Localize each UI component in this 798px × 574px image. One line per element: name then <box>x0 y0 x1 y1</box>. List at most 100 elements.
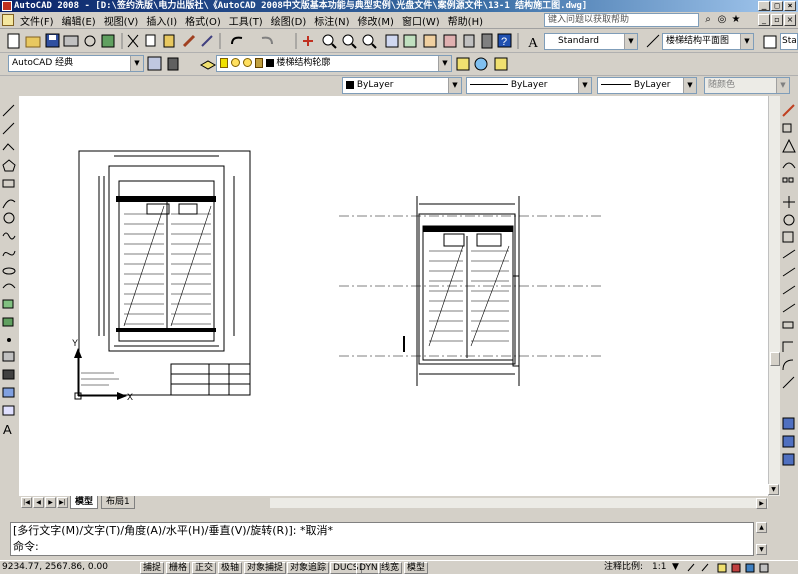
menu-view[interactable]: 视图(V) <box>100 13 143 28</box>
polar-button[interactable]: 极轴 <box>218 562 243 574</box>
scroll-right-icon[interactable]: ▶ <box>756 498 767 509</box>
workspace-select[interactable]: AutoCAD 经典 ▼ <box>8 55 144 72</box>
table-style-select[interactable]: Sta <box>780 33 798 50</box>
send-back-icon <box>782 453 795 466</box>
tab-last-icon[interactable]: ▶| <box>57 497 68 508</box>
zoom-previous-icon <box>362 34 377 49</box>
menu-window[interactable]: 窗口(W) <box>398 13 444 28</box>
menu-draw[interactable]: 绘图(D) <box>267 13 311 28</box>
extend-icon <box>782 285 796 295</box>
communication-icon[interactable]: ◎ <box>716 13 728 26</box>
menu-modify[interactable]: 修改(M) <box>354 13 398 28</box>
lineweight-select[interactable]: ByLayer ▼ <box>597 77 697 94</box>
close-icon[interactable]: × <box>784 1 796 11</box>
tab-next-icon[interactable]: ▶ <box>45 497 56 508</box>
layer-manager-icon[interactable] <box>198 55 218 75</box>
maximize-icon[interactable]: □ <box>771 1 783 11</box>
move-icon <box>783 196 795 208</box>
menu-insert[interactable]: 插入(I) <box>142 13 181 28</box>
drawing-sheet-left <box>78 150 251 396</box>
menu-help[interactable]: 帮助(H) <box>444 13 487 28</box>
search-icon[interactable]: ⌕ <box>702 13 714 26</box>
doc-restore-icon[interactable]: ▫ <box>771 14 783 26</box>
doc-close-icon[interactable]: × <box>784 14 796 26</box>
menu-tools[interactable]: 工具(T) <box>225 13 267 28</box>
vertical-scrollbar[interactable] <box>768 96 780 496</box>
snap-button[interactable]: 捕捉 <box>140 562 165 574</box>
menu-dimension[interactable]: 标注(N) <box>310 13 353 28</box>
dim-style-select[interactable]: 楼梯结构平面图 ▼ <box>662 33 754 50</box>
table-style-icon[interactable] <box>762 33 778 51</box>
dyn-button[interactable]: DYN <box>356 562 381 574</box>
color-select[interactable]: ByLayer ▼ <box>342 77 462 94</box>
layer-select[interactable]: 楼梯结构轮廓 ▼ <box>216 55 452 72</box>
autocad-app-icon[interactable] <box>2 1 12 11</box>
zoom-window-icon <box>342 34 357 49</box>
command-window[interactable]: [多行文字(M)/文字(T)/角度(A)/水平(H)/垂直(V)/旋转(R)]:… <box>10 522 754 556</box>
plot-preview-icon <box>84 35 96 47</box>
tab-first-icon[interactable]: |◀ <box>21 497 32 508</box>
trim-icon <box>782 267 796 277</box>
coordinates-readout[interactable]: 9234.77, 2567.86, 0.00 <box>2 561 108 574</box>
layer-tools-icons[interactable] <box>455 55 515 75</box>
plotstyle-select: 随颜色 ▼ <box>704 77 790 94</box>
markup-icon <box>463 34 475 48</box>
construction-line-icon <box>2 122 15 135</box>
lineweight-button[interactable]: 线宽 <box>378 562 403 574</box>
svg-text:A: A <box>528 36 539 51</box>
menu-edit[interactable]: 编辑(E) <box>58 13 100 28</box>
layers-toolbar: AutoCAD 经典 ▼ 楼梯结构轮廓 ▼ <box>0 53 798 76</box>
annotation-scale-value[interactable]: 1:1 <box>652 561 666 574</box>
otrack-button[interactable]: 对象追踪 <box>287 562 330 574</box>
multiline-text-icon: A <box>3 422 12 436</box>
doc-minimize-icon[interactable]: _ <box>758 14 770 26</box>
favorites-icon[interactable]: ★ <box>730 13 742 26</box>
tab-layout1[interactable]: 布局1 <box>101 496 135 509</box>
document-icon[interactable] <box>2 14 14 26</box>
help-icon: ? <box>497 33 512 48</box>
scroll-down-icon[interactable]: ▼ <box>768 484 779 495</box>
tab-prev-icon[interactable]: ◀ <box>33 497 44 508</box>
open-file-icon <box>25 36 41 48</box>
tab-model[interactable]: 模型 <box>70 496 99 509</box>
drawing-area[interactable]: Y X <box>19 96 768 496</box>
menu-file[interactable]: 文件(F) <box>16 13 58 28</box>
chevron-down-icon: ▼ <box>438 56 451 71</box>
command-scroll-down-icon[interactable]: ▼ <box>756 544 767 555</box>
sheet-set-icon <box>443 34 457 48</box>
command-prompt[interactable]: 命令: <box>13 539 753 555</box>
scale-icon <box>782 231 794 243</box>
break-icon <box>782 303 796 313</box>
command-scroll-up-icon[interactable]: ▲ <box>756 522 767 533</box>
spline-icon <box>2 250 16 257</box>
horizontal-scrollbar[interactable] <box>270 498 768 508</box>
array-icon <box>782 177 788 183</box>
minimize-icon[interactable]: _ <box>758 1 770 11</box>
linetype-select[interactable]: ByLayer ▼ <box>466 77 592 94</box>
ellipse-icon <box>2 267 16 275</box>
lock-icon <box>717 563 727 573</box>
text-style-select[interactable]: Standard ▼ <box>544 33 638 50</box>
drawing-canvas[interactable]: Y X <box>19 96 768 496</box>
osnap-button[interactable]: 对象捕捉 <box>244 562 287 574</box>
help-search-input[interactable]: 键入问题以获取帮助 <box>544 13 699 27</box>
bring-forward-icon <box>782 435 795 448</box>
arc-icon <box>2 199 16 209</box>
grid-button[interactable]: 栅格 <box>166 562 191 574</box>
match-properties-icon <box>182 34 196 48</box>
status-tray-icons[interactable] <box>686 561 786 574</box>
vertical-scroll-thumb[interactable] <box>770 352 780 366</box>
region-icon <box>2 387 15 398</box>
standard-toolbar-icons: ? <box>7 33 519 49</box>
ortho-button[interactable]: 正交 <box>192 562 217 574</box>
ucs-y-label: Y <box>72 338 78 348</box>
chevron-down-icon[interactable]: ▼ <box>672 561 679 574</box>
annotation-visibility-icon <box>687 563 695 572</box>
menu-format[interactable]: 格式(O) <box>181 13 225 28</box>
text-style-icon[interactable]: A <box>527 33 541 51</box>
dim-style-icon[interactable] <box>645 33 661 51</box>
redo-icon <box>261 36 273 45</box>
model-button[interactable]: 模型 <box>404 562 429 574</box>
communication-center-icon <box>731 563 741 573</box>
workspace-settings-icons[interactable] <box>146 55 186 75</box>
